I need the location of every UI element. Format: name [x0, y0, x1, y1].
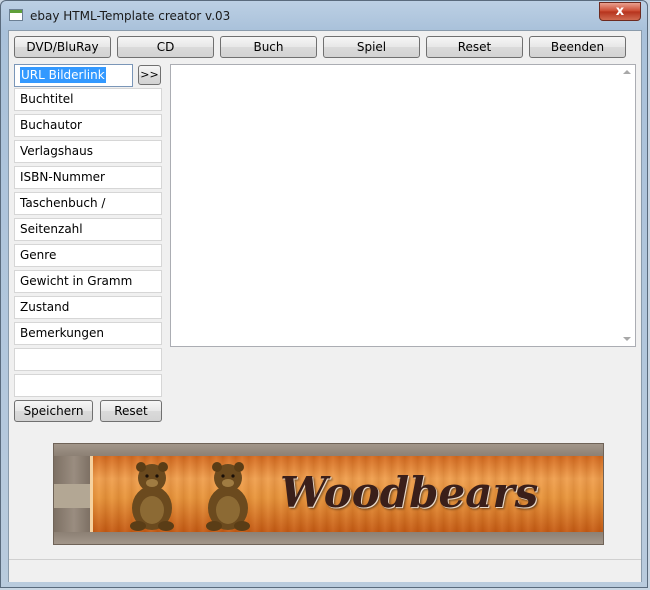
format-field[interactable]: Taschenbuch / Hardband: [14, 192, 162, 231]
banner-bottom-frame: [54, 532, 603, 544]
buchtitel-field[interactable]: Buchtitel: [14, 88, 162, 111]
close-button[interactable]: x: [599, 2, 641, 21]
app-window: ebay HTML-Template creator v.03 x DVD/Bl…: [0, 0, 648, 588]
output-textarea[interactable]: [170, 64, 636, 347]
cd-button[interactable]: CD: [117, 36, 214, 58]
scroll-up-icon[interactable]: [623, 70, 631, 74]
reset-top-button[interactable]: Reset: [426, 36, 523, 58]
dvd-bluray-button[interactable]: DVD/BluRay: [14, 36, 111, 58]
url-field-selection: URL Bilderlink: [20, 67, 106, 83]
client-area: DVD/BluRay CD Buch Spiel Reset Beenden U…: [8, 30, 642, 582]
seitenzahl-field[interactable]: Seitenzahl: [14, 218, 162, 241]
zustand-field[interactable]: Zustand: [14, 296, 162, 319]
banner-plank: [54, 484, 94, 508]
bear-icon: [130, 462, 174, 531]
bemerkungen-field[interactable]: Bemerkungen: [14, 322, 162, 345]
reset-form-button[interactable]: Reset: [100, 400, 162, 422]
isbn-field[interactable]: ISBN-Nummer: [14, 166, 162, 189]
spiel-button[interactable]: Spiel: [323, 36, 420, 58]
insert-url-button[interactable]: >>: [138, 65, 161, 85]
beenden-button[interactable]: Beenden: [529, 36, 626, 58]
window-title: ebay HTML-Template creator v.03: [30, 9, 231, 23]
verlagshaus-field[interactable]: Verlagshaus: [14, 140, 162, 163]
app-icon: [9, 9, 23, 21]
genre-field[interactable]: Genre: [14, 244, 162, 267]
banner-top-frame: [54, 444, 603, 456]
output-scrollbar[interactable]: [619, 65, 635, 346]
bear-icon: [206, 462, 250, 531]
title-bar[interactable]: ebay HTML-Template creator v.03 x: [1, 1, 647, 31]
extra-field-2[interactable]: [14, 374, 162, 397]
buchautor-field[interactable]: Buchautor: [14, 114, 162, 137]
status-bar: [9, 559, 641, 582]
url-bilderlink-field[interactable]: URL Bilderlink: [14, 64, 133, 87]
buch-button[interactable]: Buch: [220, 36, 317, 58]
banner-brand-text: Woodbears: [280, 468, 539, 517]
scroll-down-icon[interactable]: [623, 337, 631, 341]
gewicht-field[interactable]: Gewicht in Gramm: [14, 270, 162, 293]
extra-field-1[interactable]: [14, 348, 162, 371]
speichern-button[interactable]: Speichern: [14, 400, 93, 422]
woodbears-banner: Woodbears: [53, 443, 604, 545]
